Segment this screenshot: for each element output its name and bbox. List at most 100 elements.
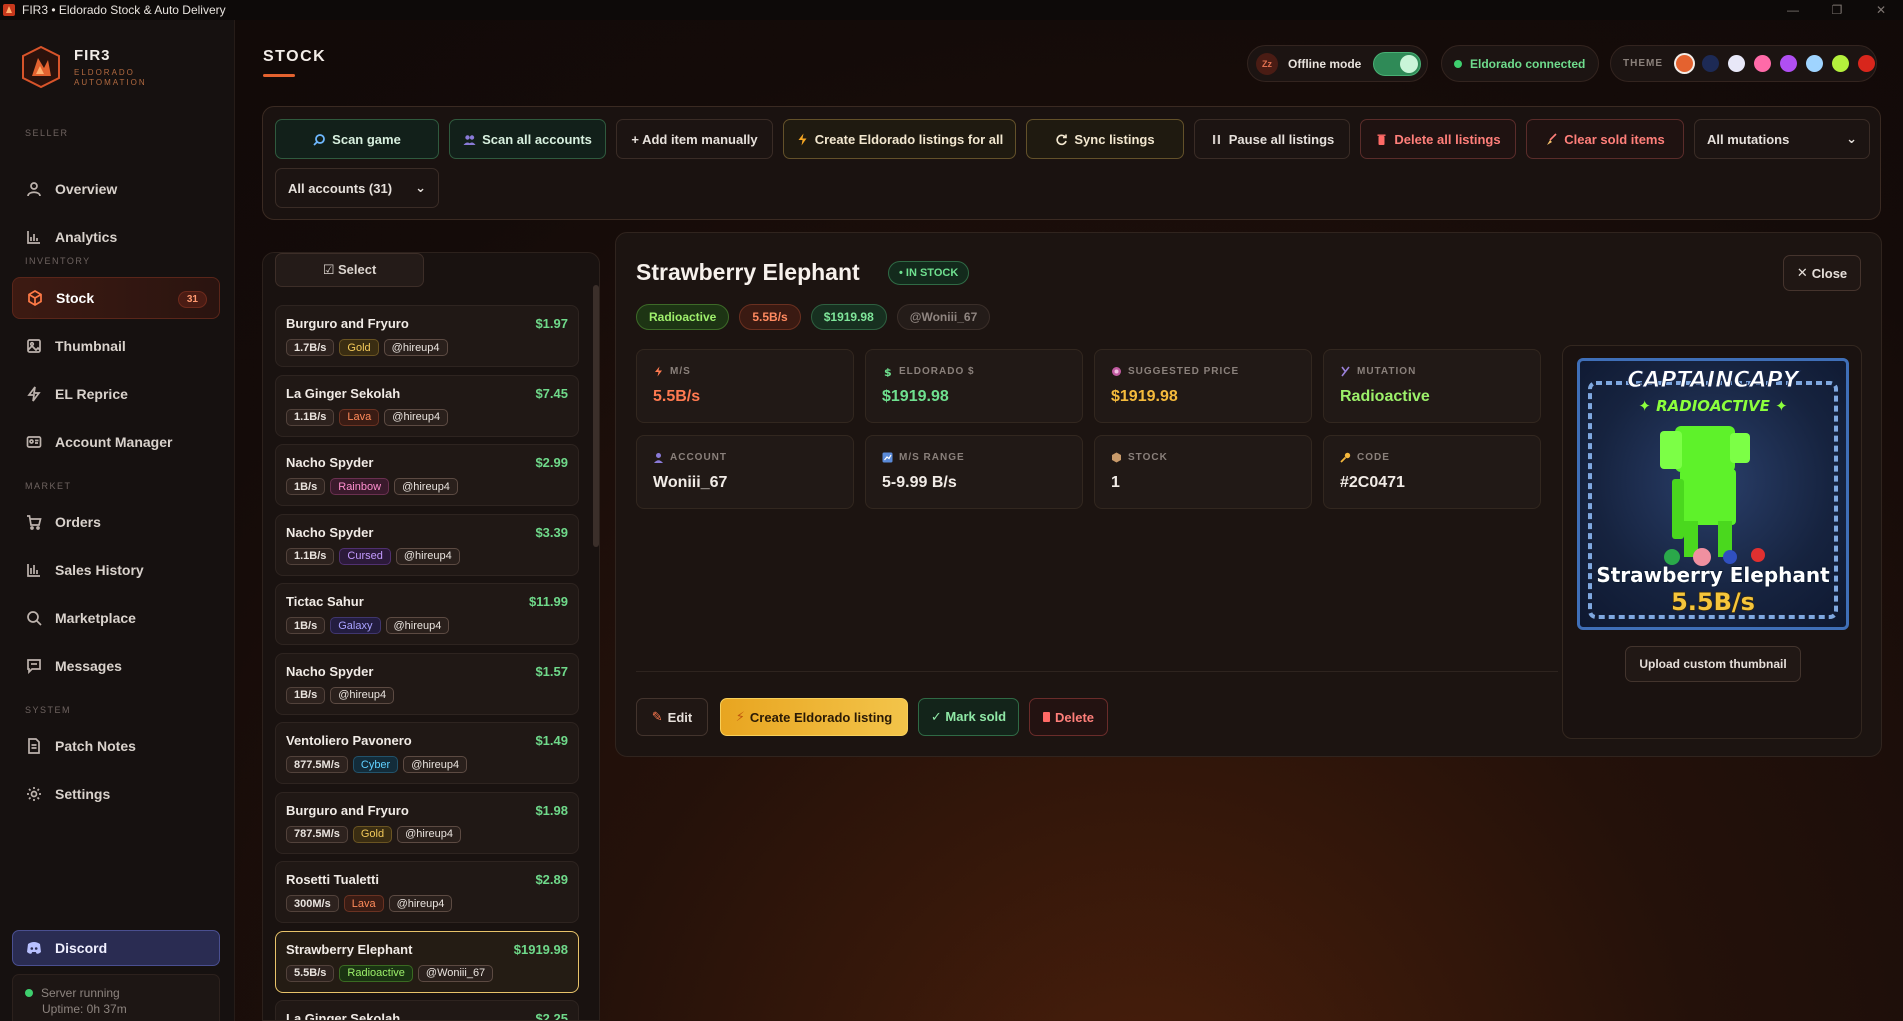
pause-all-listings-button[interactable]: Pause all listings [1194,119,1350,159]
sidebar-item-analytics[interactable]: Analytics [12,216,220,258]
bolt-icon: ⚡ [735,709,745,724]
refresh-icon [1056,134,1068,145]
stat-code: CODE #2C0471 [1323,435,1541,509]
accounts-filter-select[interactable]: All accounts (31) ⌄ [275,168,439,208]
stat-label: SUGGESTED PRICE [1128,366,1240,377]
mutation-tag: Lava [339,408,380,426]
stock-list-item[interactable]: Burguro and Fryuro $1.97 1.7B/s Gold @hireup… [275,305,579,367]
user-icon [654,453,663,463]
stat-suggested-price: SUGGESTED PRICE $1919.98 [1094,349,1312,423]
detail-title: Strawberry Elephant [636,259,860,285]
offline-mode-toggle[interactable] [1373,51,1422,76]
stock-list-item[interactable]: Tictac Sahur $11.99 1B/s Galaxy @hireup4 [275,583,579,645]
mark-sold-button[interactable]: ✓ Mark sold [918,698,1019,736]
stock-list-item[interactable]: Nacho Spyder $3.39 1.1B/s Cursed @hireup4 [275,513,579,576]
stock-list-item[interactable]: Ventoliero Pavonero $1.49 877.5M/s Cyber @hi… [275,722,579,784]
speed-tag: 877.5M/s [286,756,348,773]
theme-swatch[interactable] [1728,55,1745,72]
theme-swatch[interactable] [1806,55,1823,72]
gear-icon [27,787,41,801]
item-name: Nacho Spyder [286,455,374,470]
history-chart-icon [27,564,40,577]
upload-thumbnail-button[interactable]: Upload custom thumbnail [1625,646,1801,682]
connection-label: Eldorado connected [1470,56,1586,71]
connection-dot [1454,59,1462,68]
stock-list-item[interactable]: La Ginger Sekolah $2.25 [275,1000,579,1020]
item-price: $3.39 [535,524,568,540]
add-item-button[interactable]: + Add item manually [616,119,773,159]
account-tag: @hireup4 [330,686,395,704]
sidebar-item-stock[interactable]: Stock 31 [12,277,220,319]
broom-icon [1547,132,1557,145]
scan-all-accounts-button[interactable]: Scan all accounts [449,119,606,159]
mutation-tag: Radioactive [339,964,413,982]
account-tag: @hireup4 [383,339,448,356]
stock-list-item[interactable]: La Ginger Sekolah $7.45 1.1B/s Lava @hireup4 [275,374,579,437]
stock-list-item[interactable]: Nacho Spyder $2.99 1B/s Rainbow @hireup4 [275,444,579,506]
accounts-filter-value: All accounts (31) [288,180,393,196]
sidebar-item-account-manager[interactable]: Account Manager [12,421,220,463]
sidebar-item-settings[interactable]: Settings [12,773,220,815]
item-price: $1.97 [535,316,568,331]
sidebar-item-thumbnail[interactable]: Thumbnail [12,325,220,367]
stock-status-badge: • IN STOCK [888,261,970,285]
discord-button[interactable]: Discord [12,930,220,966]
close-window-icon[interactable]: ✕ [1859,0,1903,20]
select-button[interactable]: ☑ Select [275,253,424,287]
minimize-icon[interactable]: — [1771,0,1815,20]
item-name: Burguro and Fryuro [286,316,409,331]
sidebar-item-label: Analytics [55,229,118,245]
sidebar-item-sales-history[interactable]: Sales History [12,549,220,591]
create-all-listings-button[interactable]: Create Eldorado listings for all [783,119,1016,159]
create-all-label: Create Eldorado listings for all [814,131,1004,147]
detail-chips: Radioactive 5.5B/s $1919.98 @Woniii_67 [636,304,1000,330]
list-scrollbar[interactable] [593,285,599,547]
create-listing-label: Create Eldorado listing [749,709,893,725]
theme-swatch[interactable] [1702,55,1719,72]
edit-button[interactable]: ✎ Edit [636,698,708,736]
sync-listings-button[interactable]: Sync listings [1026,119,1184,159]
sidebar-item-marketplace[interactable]: Marketplace [12,597,220,639]
maximize-icon[interactable]: ❐ [1815,0,1859,20]
item-name: Rosetti Tualetti [286,872,379,887]
svg-text:$: $ [884,366,893,377]
speed-tag: 1.7B/s [286,339,335,356]
theme-swatch[interactable] [1780,55,1797,72]
theme-swatch[interactable] [1676,55,1693,72]
item-tags: 5.5B/s Radioactive @Woniii_67 [286,964,498,982]
create-listing-button[interactable]: ⚡ Create Eldorado listing [720,698,908,736]
item-price: $1.98 [535,802,568,818]
scan-game-button[interactable]: Scan game [275,119,439,159]
theme-swatch[interactable] [1754,55,1771,72]
stock-list-item[interactable]: Nacho Spyder $1.57 1B/s @hireup4 [275,652,579,715]
bolt-icon [655,366,662,377]
delete-button[interactable]: Delete [1029,698,1108,736]
item-price: $11.99 [528,594,568,609]
stock-list-item[interactable]: Rosetti Tualetti $2.89 300M/s Lava @hireup4 [275,861,579,923]
sidebar-item-messages[interactable]: Messages [12,645,220,687]
offline-mode-control: Zz Offline mode [1247,45,1428,82]
theme-swatch[interactable] [1832,55,1849,72]
stock-list-item[interactable]: Strawberry Elephant $1919.98 5.5B/s Radioac… [275,930,579,993]
sidebar-item-patch-notes[interactable]: Patch Notes [12,725,220,767]
delete-all-listings-button[interactable]: Delete all listings [1360,119,1516,159]
bolt-icon [798,133,807,145]
theme-swatch[interactable] [1858,55,1875,72]
item-tags: 1B/s Galaxy @hireup4 [286,617,454,634]
pause-icon [1212,134,1220,144]
item-price: $2.99 [535,455,568,470]
stat-stock: STOCK 1 [1094,435,1312,509]
delete-all-label: Delete all listings [1394,131,1501,147]
mutations-filter-select[interactable]: All mutations ⌄ [1694,119,1870,159]
mutations-filter-value: All mutations [1707,131,1790,147]
clear-sold-items-button[interactable]: Clear sold items [1526,119,1684,159]
account-tag: @hireup4 [397,825,461,843]
item-tags: 787.5M/s Gold @hireup4 [286,825,466,843]
stock-list-item[interactable]: Burguro and Fryuro $1.98 787.5M/s Gold @hire… [275,791,579,854]
mutation-tag: Gold [352,825,393,843]
sidebar-item-el-reprice[interactable]: EL Reprice [12,373,220,415]
sidebar-item-orders[interactable]: Orders [12,501,220,543]
speed-tag: 1.1B/s [286,408,335,426]
close-detail-button[interactable]: ✕ Close [1783,255,1861,291]
sidebar-item-overview[interactable]: Overview [12,168,220,210]
